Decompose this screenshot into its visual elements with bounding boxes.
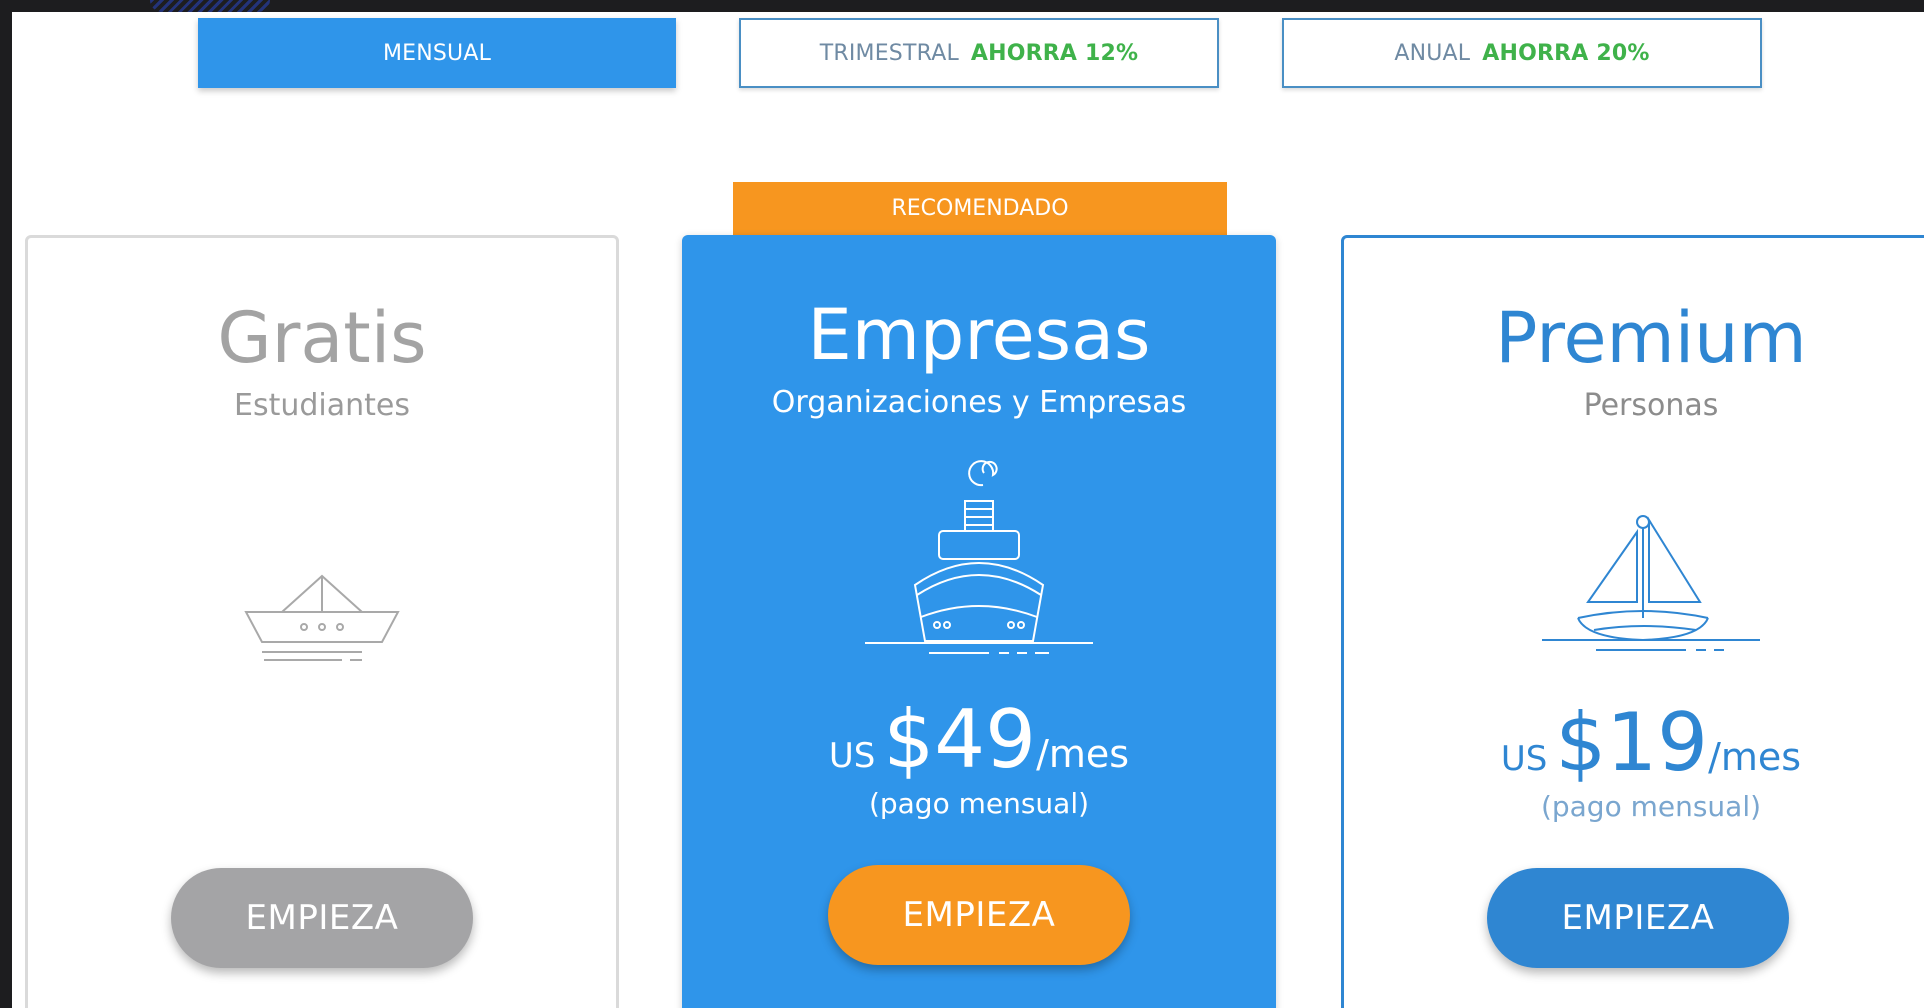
billing-note: (pago mensual)	[1540, 790, 1762, 823]
price-period: /mes	[1036, 732, 1130, 776]
price: US $19 /mes	[1344, 698, 1924, 788]
price-period: /mes	[1708, 735, 1802, 779]
cta-label: EMPIEZA	[1561, 898, 1715, 938]
tab-annual-savings: AHORRA 20%	[1482, 40, 1650, 66]
price: US $49 /mes	[682, 695, 1276, 785]
price-currency: US	[1500, 739, 1548, 779]
tab-annual[interactable]: ANUAL AHORRA 20%	[1282, 18, 1762, 88]
paper-boat-icon	[28, 568, 616, 668]
window-frame-left	[0, 0, 12, 1008]
sailboat-icon	[1344, 510, 1924, 660]
free-start-button[interactable]: EMPIEZA	[171, 868, 473, 968]
price-amount: $19	[1555, 696, 1709, 789]
recommended-badge: RECOMENDADO	[733, 182, 1227, 235]
window-frame-top	[0, 0, 1924, 12]
cta-label: EMPIEZA	[902, 895, 1056, 935]
ship-icon	[682, 445, 1276, 665]
plan-name: Empresas	[807, 294, 1151, 376]
tab-quarterly-savings: AHORRA 12%	[970, 40, 1139, 66]
plan-name: Premium	[1495, 297, 1807, 379]
plan-audience: Organizaciones y Empresas	[771, 385, 1187, 420]
plan-name: Gratis	[217, 297, 427, 379]
tab-monthly-label: MENSUAL	[382, 40, 492, 66]
tab-annual-label: ANUAL	[1394, 40, 1471, 66]
cta-label: EMPIEZA	[245, 898, 399, 938]
billing-note: (pago mensual)	[868, 787, 1090, 820]
price-amount: $49	[883, 693, 1037, 786]
plan-card-free: Gratis Estudiantes EMPIEZA	[25, 235, 619, 1008]
decorative-corner	[150, 0, 270, 12]
pricing-page: MENSUAL TRIMESTRAL AHORRA 12% ANUAL AHOR…	[12, 12, 1924, 1008]
tab-quarterly[interactable]: TRIMESTRAL AHORRA 12%	[739, 18, 1219, 88]
plan-audience: Personas	[1583, 388, 1719, 423]
plan-card-business: Empresas Organizaciones y Empresas US $4…	[682, 235, 1276, 1008]
tab-quarterly-label: TRIMESTRAL	[819, 40, 959, 66]
business-start-button[interactable]: EMPIEZA	[828, 865, 1130, 965]
plan-card-premium: Premium Personas US $19 /mes (pago mensu…	[1341, 235, 1924, 1008]
plan-audience: Estudiantes	[234, 388, 410, 423]
tab-monthly[interactable]: MENSUAL	[198, 18, 676, 88]
premium-start-button[interactable]: EMPIEZA	[1487, 868, 1789, 968]
price-currency: US	[828, 736, 876, 776]
